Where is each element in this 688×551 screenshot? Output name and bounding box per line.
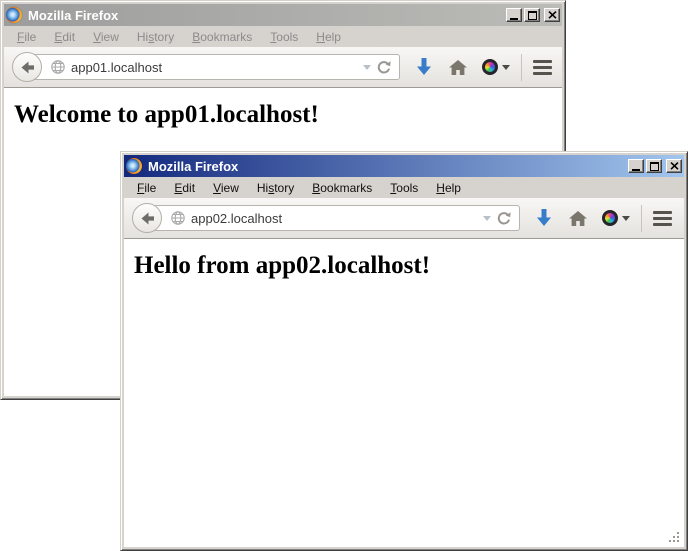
urlbar-dropdown-icon[interactable] bbox=[483, 216, 491, 221]
reload-icon bbox=[497, 211, 511, 225]
resize-grip[interactable] bbox=[669, 532, 679, 542]
menu-item-file[interactable]: File bbox=[8, 28, 45, 46]
menu-item-bookmarks[interactable]: Bookmarks bbox=[303, 179, 381, 197]
downloads-button[interactable] bbox=[536, 209, 552, 227]
titlebar[interactable]: Mozilla Firefox bbox=[4, 4, 562, 26]
url-bar[interactable]: app01.localhost bbox=[26, 54, 400, 80]
window-controls bbox=[506, 8, 560, 22]
menu-item-view[interactable]: View bbox=[204, 179, 248, 197]
close-icon bbox=[670, 162, 679, 170]
downloads-button[interactable] bbox=[416, 58, 432, 76]
page-heading: Hello from app02.localhost! bbox=[134, 252, 684, 280]
menu-item-view[interactable]: View bbox=[84, 28, 128, 46]
globe-icon bbox=[51, 60, 65, 74]
menu-item-tools[interactable]: Tools bbox=[261, 28, 307, 46]
back-button[interactable] bbox=[132, 203, 162, 233]
menu-item-bookmarks[interactable]: Bookmarks bbox=[183, 28, 261, 46]
close-button[interactable] bbox=[666, 159, 682, 173]
home-icon bbox=[449, 60, 467, 75]
minimize-icon bbox=[632, 169, 640, 171]
url-text: app02.localhost bbox=[191, 211, 282, 226]
menu-item-file[interactable]: File bbox=[128, 179, 165, 197]
menu-item-tools[interactable]: Tools bbox=[381, 179, 427, 197]
home-button[interactable] bbox=[569, 211, 587, 226]
titlebar[interactable]: Mozilla Firefox bbox=[124, 155, 684, 177]
navigation-toolbar: app02.localhost bbox=[124, 198, 684, 239]
close-button[interactable] bbox=[544, 8, 560, 22]
urlbar-dropdown-icon[interactable] bbox=[363, 65, 371, 70]
menu-item-edit[interactable]: Edit bbox=[165, 179, 204, 197]
home-icon bbox=[569, 211, 587, 226]
url-bar[interactable]: app02.localhost bbox=[146, 205, 520, 231]
reload-icon bbox=[377, 60, 391, 74]
navigation-toolbar: app01.localhost bbox=[4, 47, 562, 88]
firefox-logo-icon bbox=[126, 158, 142, 174]
close-icon bbox=[548, 11, 557, 19]
colorzilla-icon bbox=[482, 59, 498, 75]
reload-button[interactable] bbox=[497, 211, 511, 225]
colorzilla-button[interactable] bbox=[482, 59, 510, 75]
menu-hamburger-button[interactable] bbox=[533, 60, 552, 75]
browser-window-app02[interactable]: Mozilla Firefox File Edit View History B… bbox=[120, 151, 688, 551]
colorzilla-button[interactable] bbox=[602, 210, 630, 226]
home-button[interactable] bbox=[449, 60, 467, 75]
maximize-icon bbox=[528, 11, 537, 20]
window-title: Mozilla Firefox bbox=[26, 8, 502, 23]
minimize-button[interactable] bbox=[506, 8, 522, 22]
menu-bar: File Edit View History Bookmarks Tools H… bbox=[124, 177, 684, 198]
menu-item-edit[interactable]: Edit bbox=[45, 28, 84, 46]
maximize-icon bbox=[650, 162, 659, 171]
window-controls bbox=[628, 159, 682, 173]
toolbar-separator bbox=[641, 205, 642, 232]
page-heading: Welcome to app01.localhost! bbox=[14, 101, 562, 129]
firefox-logo-icon bbox=[6, 7, 22, 23]
back-button[interactable] bbox=[12, 52, 42, 82]
toolbar-separator bbox=[521, 54, 522, 81]
menu-item-history[interactable]: History bbox=[128, 28, 183, 46]
dropdown-caret-icon bbox=[502, 65, 510, 70]
back-arrow-icon bbox=[20, 61, 35, 74]
dropdown-caret-icon bbox=[622, 216, 630, 221]
minimize-button[interactable] bbox=[628, 159, 644, 173]
globe-icon bbox=[171, 211, 185, 225]
download-arrow-icon bbox=[416, 58, 432, 76]
back-arrow-icon bbox=[140, 212, 155, 225]
colorzilla-icon bbox=[602, 210, 618, 226]
menu-item-help[interactable]: Help bbox=[307, 28, 350, 46]
menu-item-history[interactable]: History bbox=[248, 179, 303, 197]
reload-button[interactable] bbox=[377, 60, 391, 74]
menu-bar: File Edit View History Bookmarks Tools H… bbox=[4, 26, 562, 47]
url-text: app01.localhost bbox=[71, 60, 162, 75]
maximize-button[interactable] bbox=[646, 159, 662, 173]
maximize-button[interactable] bbox=[524, 8, 540, 22]
page-content: Hello from app02.localhost! bbox=[124, 239, 684, 547]
window-title: Mozilla Firefox bbox=[146, 159, 624, 174]
menu-hamburger-button[interactable] bbox=[653, 211, 672, 226]
download-arrow-icon bbox=[536, 209, 552, 227]
menu-item-help[interactable]: Help bbox=[427, 179, 470, 197]
minimize-icon bbox=[510, 18, 518, 20]
